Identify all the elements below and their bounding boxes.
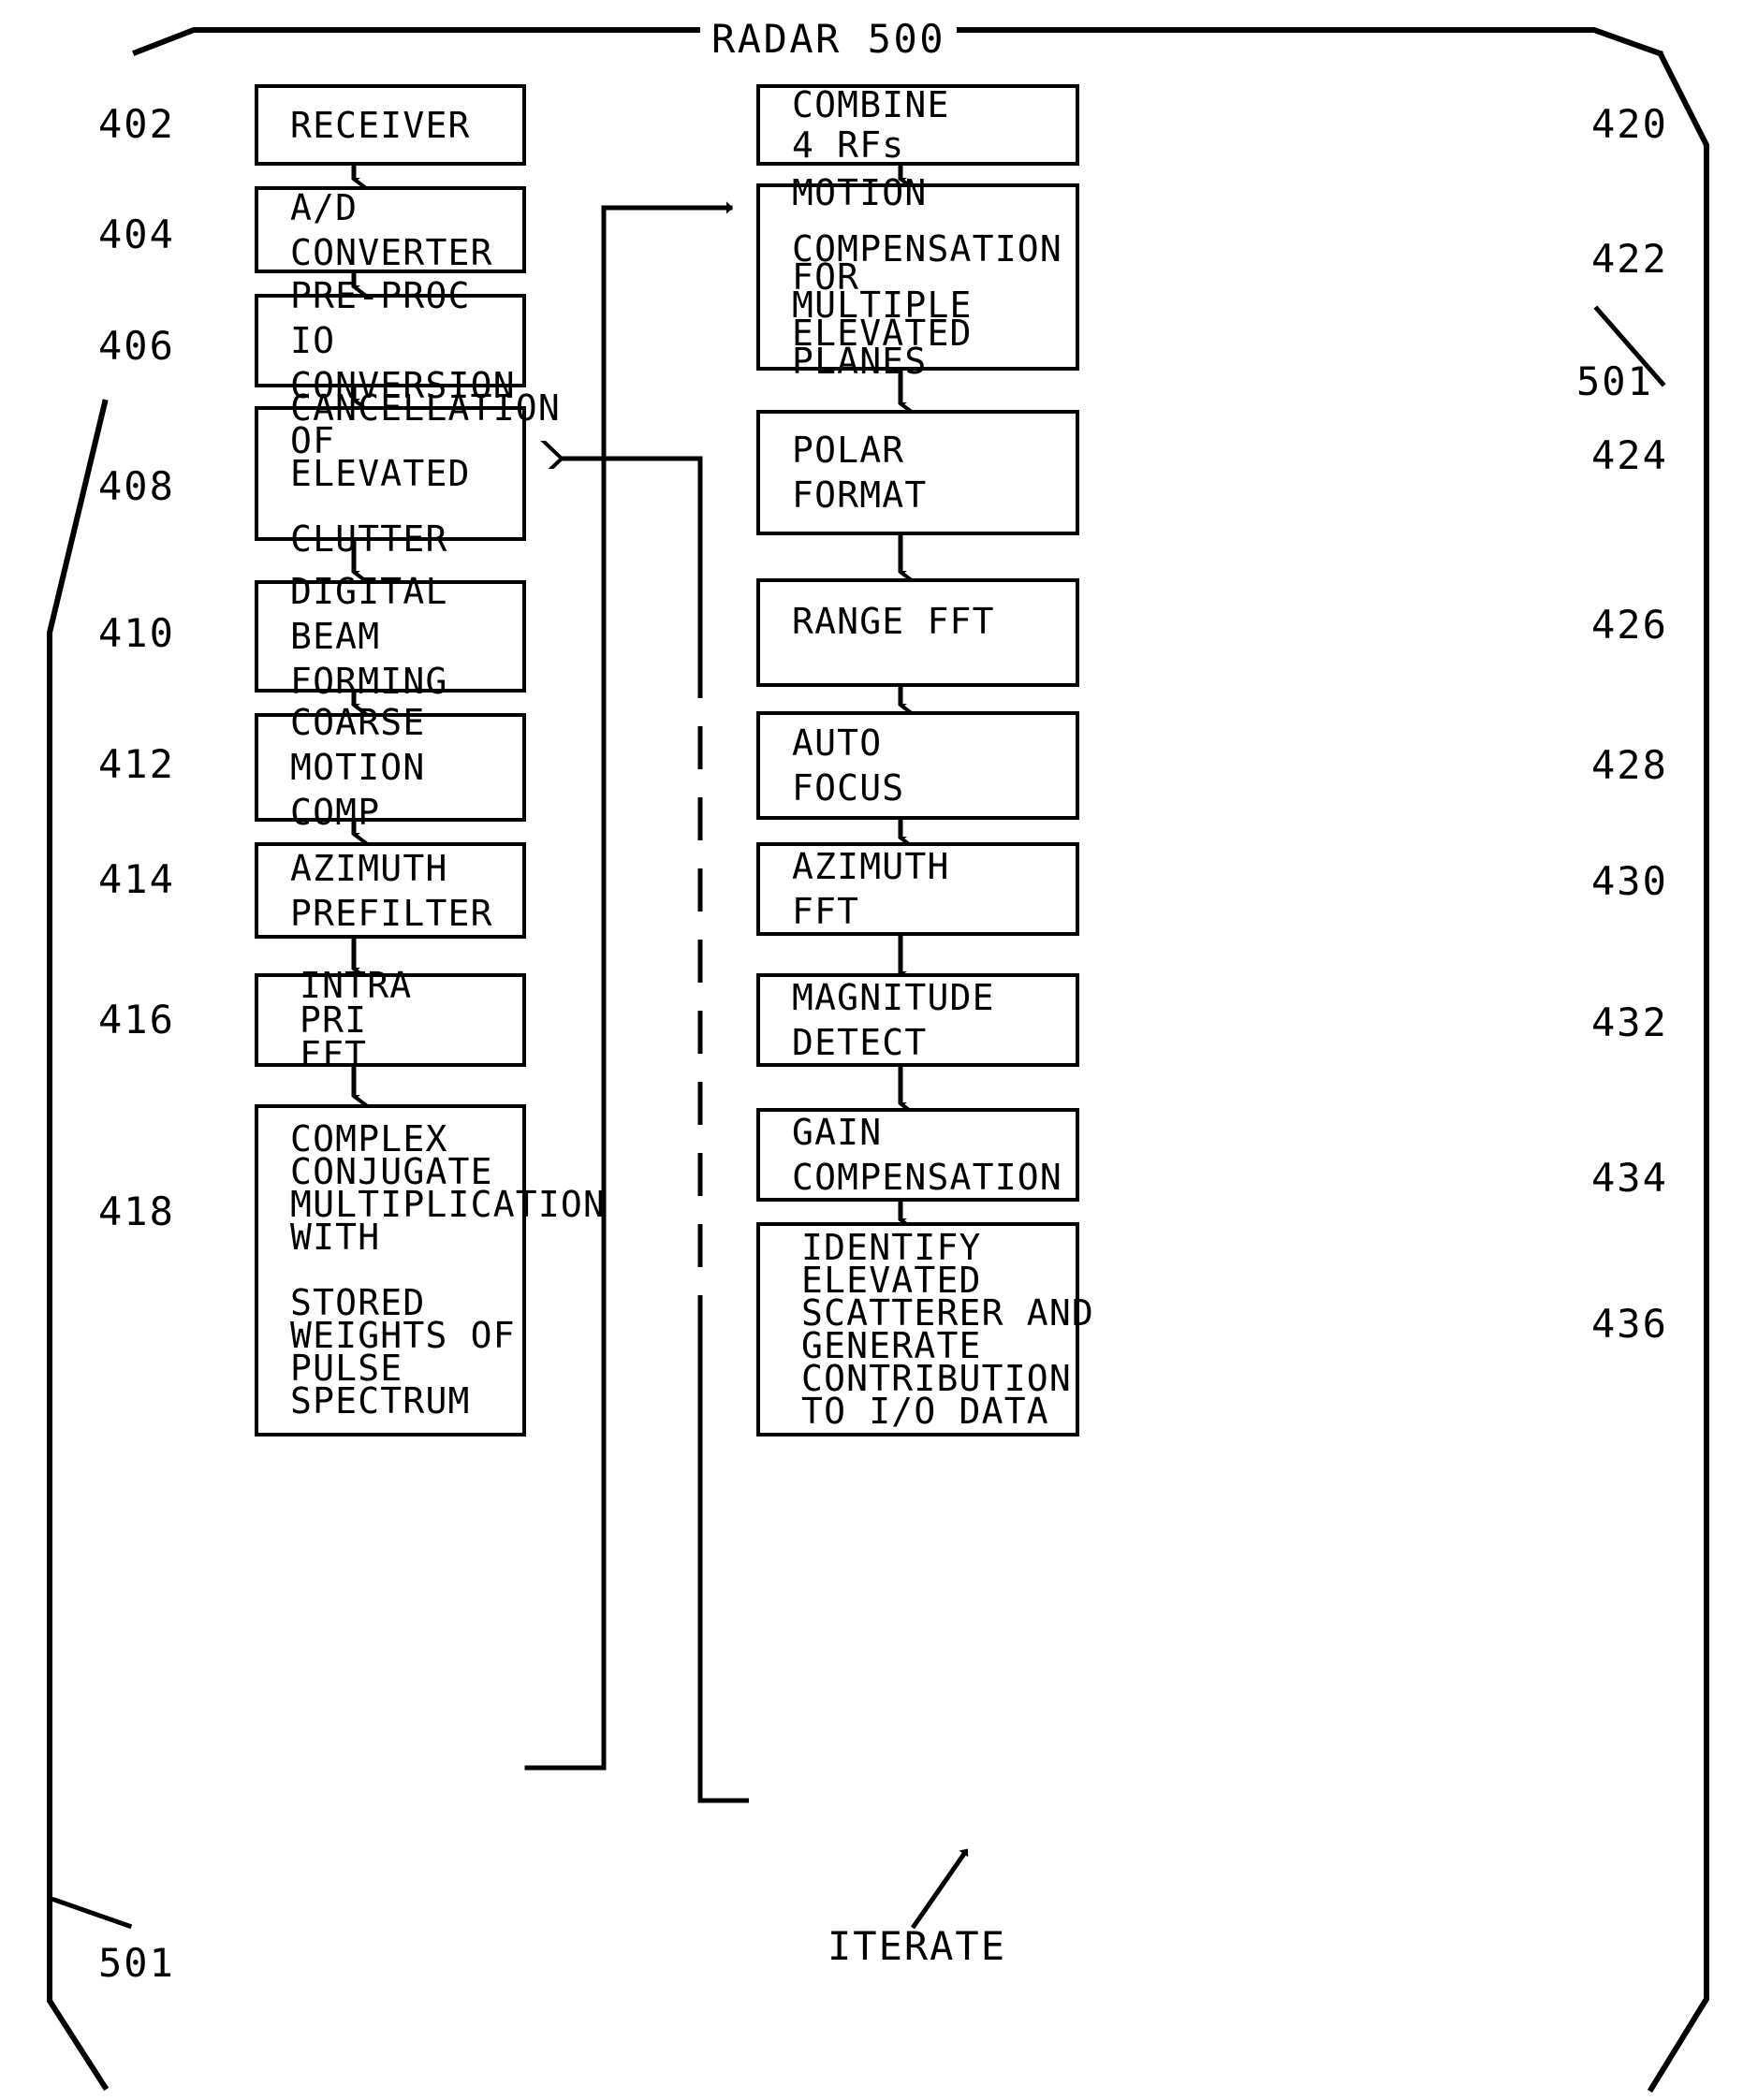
process-box-digital-beam-forming[interactable]: DIGITAL BEAM FORMING xyxy=(255,571,526,702)
process-box-label: DIGITAL BEAM FORMING xyxy=(290,571,448,702)
ref-numeral-416: 416 xyxy=(98,997,175,1043)
patent-figure-canvas: RADAR 500 RECEIVER 402 A/D CONVERTER 404… xyxy=(0,0,1743,2100)
process-box-coarse-motion-comp[interactable]: COARSE MOTION COMP xyxy=(255,702,526,833)
process-box-auto-focus[interactable]: AUTO FOCUS xyxy=(756,711,1079,820)
process-box-label: CANCELLATION OF ELEVATED CLUTTER xyxy=(290,386,561,560)
right-group-bracket-501 xyxy=(1647,50,1709,2093)
process-box-label: POLAR FORMAT xyxy=(792,430,928,516)
process-box-label: COMBINE 4 RFs xyxy=(792,83,950,166)
process-box-label: COMPLEX CONJUGATE MULTIPLICATION WITH ST… xyxy=(290,1118,607,1422)
process-box-combine-4-rfs[interactable]: COMBINE 4 RFs xyxy=(756,84,1079,166)
iterate-label: ITERATE xyxy=(828,1923,1007,1969)
process-box-gain-compensation[interactable]: GAIN COMPENSATION xyxy=(756,1108,1079,1202)
process-box-label: AZIMUTH FFT xyxy=(792,846,950,932)
process-box-label: INTRA PRI FFT xyxy=(300,964,413,1075)
process-box-identify-elevated-scatterer[interactable]: IDENTIFY ELEVATED SCATTERER AND GENERATE… xyxy=(756,1222,1095,1436)
process-box-receiver[interactable]: RECEIVER xyxy=(255,84,526,166)
ref-numeral-436: 436 xyxy=(1591,1301,1668,1347)
ref-numeral-426: 426 xyxy=(1591,602,1668,648)
left-group-bracket-501 xyxy=(47,399,110,2092)
ref-numeral-420: 420 xyxy=(1591,101,1668,147)
ref-numeral-414: 414 xyxy=(98,856,175,902)
process-box-azimuth-prefilter[interactable]: AZIMUTH PREFILTER xyxy=(255,842,526,939)
process-box-complex-conjugate-multiplication[interactable]: COMPLEX CONJUGATE MULTIPLICATION WITH ST… xyxy=(255,1104,607,1436)
ref-numeral-410: 410 xyxy=(98,610,175,656)
ref-numeral-412: 412 xyxy=(98,741,175,787)
ref-numeral-422: 422 xyxy=(1591,236,1668,282)
ref-numeral-402: 402 xyxy=(98,101,175,147)
ref-numeral-434: 434 xyxy=(1591,1155,1668,1201)
ref-numeral-408: 408 xyxy=(98,463,175,509)
process-box-label: RECEIVER xyxy=(290,104,471,146)
process-box-label: MAGNITUDE DETECT xyxy=(792,977,995,1063)
process-box-magnitude-detect[interactable]: MAGNITUDE DETECT xyxy=(756,973,1079,1067)
ref-numeral-406: 406 xyxy=(98,323,175,369)
process-box-label: IDENTIFY ELEVATED SCATTERER AND GENERATE… xyxy=(801,1226,1095,1432)
process-box-label: MOTION COMPENSATION FOR MULTIPLE ELEVATE… xyxy=(792,172,1062,382)
process-box-label: GAIN COMPENSATION xyxy=(792,1112,1062,1198)
process-box-pre-proc-io-conversion[interactable]: PRE-PROC IO CONVERSION xyxy=(255,275,526,406)
ref-numeral-404: 404 xyxy=(98,211,175,257)
process-box-ad-converter[interactable]: A/D CONVERTER xyxy=(255,186,526,273)
ref-numeral-501-bottom-left: 501 xyxy=(98,1940,175,1986)
leader-line-501-bottom-left xyxy=(51,1896,133,1930)
process-box-label: AZIMUTH PREFILTER xyxy=(290,847,493,934)
process-box-label: AUTO FOCUS xyxy=(792,722,905,809)
figure-title: RADAR 500 xyxy=(711,16,946,62)
ref-numeral-501-top-right: 501 xyxy=(1576,358,1653,404)
iterate-dashed-path xyxy=(697,655,749,1803)
process-box-polar-format[interactable]: POLAR FORMAT xyxy=(756,410,1079,535)
ref-numeral-428: 428 xyxy=(1591,742,1668,788)
process-box-azimuth-fft[interactable]: AZIMUTH FFT xyxy=(756,842,1079,936)
connector-feedback-to-408 xyxy=(562,459,703,658)
ref-numeral-430: 430 xyxy=(1591,858,1668,904)
process-box-label: COARSE MOTION COMP xyxy=(290,702,426,833)
ref-numeral-432: 432 xyxy=(1591,999,1668,1045)
process-box-motion-compensation-elevated-planes[interactable]: MOTION COMPENSATION FOR MULTIPLE ELEVATE… xyxy=(756,175,1079,379)
process-box-label: RANGE FFT xyxy=(792,601,995,642)
iterate-callout-arrow xyxy=(910,1851,966,1930)
ref-numeral-418: 418 xyxy=(98,1189,175,1234)
process-box-cancellation-of-elevated-clutter[interactable]: CANCELLATION OF ELEVATED CLUTTER xyxy=(255,390,560,557)
process-box-intra-pri-fft[interactable]: INTRA PRI FFT xyxy=(255,968,526,1072)
process-box-range-fft[interactable]: RANGE FFT xyxy=(756,578,1079,687)
process-box-label: A/D CONVERTER xyxy=(290,186,493,273)
ref-numeral-424: 424 xyxy=(1591,432,1668,478)
